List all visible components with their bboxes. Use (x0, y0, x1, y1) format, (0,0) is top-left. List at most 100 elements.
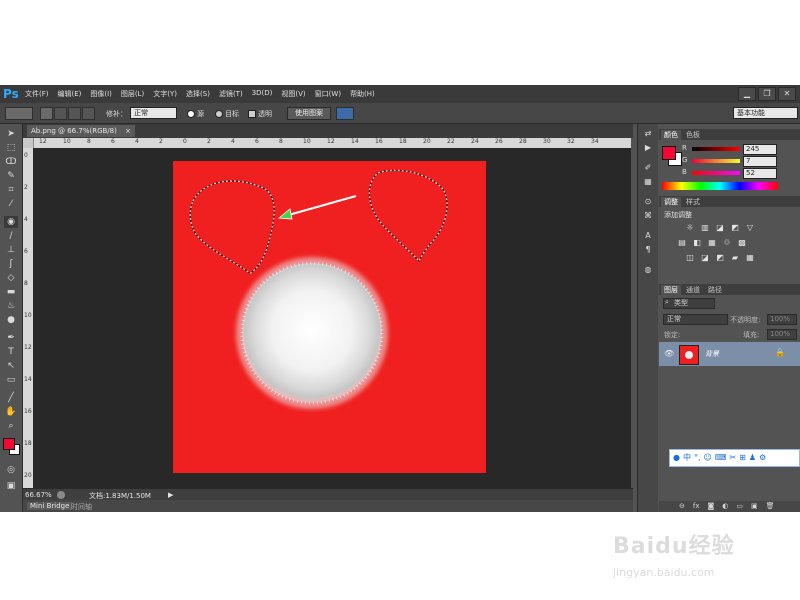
dock-brush-presets-icon[interactable]: ▦ (642, 176, 654, 188)
black-white-icon[interactable]: ▦ (707, 238, 717, 247)
tab-mini-bridge[interactable]: Mini Bridge (27, 502, 73, 510)
ime-punctuation-icon[interactable]: °, (694, 451, 701, 465)
path-select-tool-icon[interactable]: ↖ (4, 360, 18, 372)
new-group-icon[interactable]: ▭ (736, 501, 743, 512)
exposure-icon[interactable]: ◩ (730, 223, 740, 232)
menu-edit[interactable]: 编辑(E) (58, 89, 82, 99)
posterize-icon[interactable]: ◪ (700, 253, 710, 262)
ime-settings-icon[interactable]: ⚙ (759, 451, 766, 465)
channel-b-slider[interactable] (692, 171, 740, 175)
patch-tool-icon[interactable]: ◉ (4, 216, 18, 228)
tool-preset-picker[interactable] (5, 107, 33, 120)
zoom-tool-icon[interactable]: ⌕ (4, 420, 18, 432)
crop-tool-icon[interactable]: ⌗ (4, 184, 18, 196)
tab-channels[interactable]: 通道 (683, 285, 703, 295)
share-icon[interactable] (57, 491, 65, 499)
dock-3d-icon[interactable]: ◍ (642, 264, 654, 276)
target-radio[interactable] (215, 110, 223, 118)
fill-input[interactable]: 100% (767, 329, 797, 340)
menu-help[interactable]: 帮助(H) (350, 89, 375, 99)
ime-grid-icon[interactable]: ⊞ (739, 451, 746, 465)
minimize-button[interactable]: ▁ (738, 87, 756, 101)
lasso-tool-icon[interactable]: ↀ (4, 156, 18, 168)
channel-g-slider[interactable] (692, 159, 740, 163)
ime-tools-icon[interactable]: ✂ (729, 451, 736, 465)
ime-skin-icon[interactable]: ♟ (749, 451, 756, 465)
source-radio[interactable] (187, 110, 195, 118)
line-tool-icon[interactable]: ╱ (4, 392, 18, 404)
opacity-input[interactable]: 100% (767, 314, 797, 325)
selective-color-icon[interactable]: ▦ (745, 253, 755, 262)
add-selection-icon[interactable] (54, 107, 67, 120)
foreground-color-swatch-top[interactable] (3, 438, 15, 450)
adjustment-layer-icon[interactable]: ◐ (722, 501, 728, 512)
layer-name[interactable]: 背景 (705, 349, 719, 359)
threshold-icon[interactable]: ◩ (715, 253, 725, 262)
brightness-icon[interactable]: ☼ (685, 223, 695, 232)
menu-file[interactable]: 文件(F) (25, 89, 49, 99)
levels-icon[interactable]: ▥ (700, 223, 710, 232)
new-selection-icon[interactable] (40, 107, 53, 120)
menu-3d[interactable]: 3D(D) (252, 89, 273, 99)
use-pattern-button[interactable]: 使用图案 (287, 107, 331, 120)
transparent-checkbox[interactable] (248, 110, 256, 118)
layer-row-background[interactable]: 👁 背景 🔒 (659, 342, 800, 366)
tab-timeline[interactable]: 时间轴 (71, 502, 92, 512)
zoom-level[interactable]: 66.67% (25, 491, 52, 499)
screen-mode-icon[interactable]: ▣ (4, 480, 18, 492)
dock-character-icon[interactable]: A (642, 230, 654, 242)
vibrance-icon[interactable]: ▽ (745, 223, 755, 232)
channel-r-value[interactable]: 245 (743, 144, 777, 155)
menu-filter[interactable]: 滤镜(T) (219, 89, 243, 99)
workspace-select[interactable]: 基本功能 (733, 107, 798, 119)
tab-paths[interactable]: 路径 (705, 285, 725, 295)
tab-adjustments[interactable]: 调整 (661, 197, 681, 207)
status-menu-arrow-icon[interactable]: ▶ (168, 491, 173, 499)
eyedropper-tool-icon[interactable]: ⁄ (4, 198, 18, 210)
curves-icon[interactable]: ◪ (715, 223, 725, 232)
tab-swatches[interactable]: 色板 (683, 130, 703, 140)
menu-layer[interactable]: 图层(L) (121, 89, 144, 99)
quick-select-tool-icon[interactable]: ✎ (4, 170, 18, 182)
stamp-tool-icon[interactable]: ⊥ (4, 244, 18, 256)
pen-tool-icon[interactable]: ✒ (4, 332, 18, 344)
link-layers-icon[interactable]: ⊖ (679, 501, 685, 512)
color-spectrum-bar[interactable] (662, 182, 778, 190)
type-tool-icon[interactable]: T (4, 346, 18, 358)
new-layer-icon[interactable]: ▣ (751, 501, 758, 512)
dock-tool-presets-icon[interactable]: ⌘ (642, 210, 654, 222)
layer-mask-icon[interactable]: ◙ (707, 501, 714, 512)
intersect-selection-icon[interactable] (82, 107, 95, 120)
delete-layer-icon[interactable]: 🗑 (766, 501, 775, 512)
quick-mask-icon[interactable]: ◎ (4, 464, 18, 476)
eraser-tool-icon[interactable]: ◇ (4, 272, 18, 284)
layer-filter-select[interactable]: 类型 (663, 298, 715, 309)
dock-paragraph-icon[interactable]: ¶ (642, 244, 654, 256)
document-tab-close[interactable]: × (125, 127, 131, 135)
tab-layers[interactable]: 图层 (661, 285, 681, 295)
channel-r-slider[interactable] (692, 147, 740, 151)
ime-chinese-mode[interactable]: 中 (683, 451, 691, 465)
menu-type[interactable]: 文字(Y) (153, 89, 177, 99)
menu-image[interactable]: 图像(I) (90, 89, 112, 99)
menu-select[interactable]: 选择(S) (186, 89, 210, 99)
color-lookup-icon[interactable]: ▩ (737, 238, 747, 247)
dodge-tool-icon[interactable]: ● (4, 314, 18, 326)
ime-emoji-icon[interactable]: ☺ (704, 451, 712, 465)
tab-color[interactable]: 颜色 (661, 130, 681, 140)
channel-mixer-icon[interactable]: ♲ (722, 238, 732, 247)
layer-visibility-eye-icon[interactable]: 👁 (664, 349, 674, 358)
ruler-origin[interactable] (23, 138, 33, 148)
color-balance-icon[interactable]: ◧ (692, 238, 702, 247)
blend-mode-select[interactable]: 正常 (663, 314, 728, 325)
dock-clone-source-icon[interactable]: ⊙ (642, 196, 654, 208)
dock-brush-icon[interactable]: ✐ (642, 162, 654, 174)
restore-button[interactable]: ❐ (758, 87, 776, 101)
hue-saturation-icon[interactable]: ▤ (677, 238, 687, 247)
ime-keyboard-icon[interactable]: ⌨ (715, 451, 727, 465)
document-tab[interactable]: Ab.png @ 66.7%(RGB/8) × (27, 125, 135, 137)
color-foreground-swatch[interactable] (662, 146, 676, 160)
blur-tool-icon[interactable]: ♨ (4, 300, 18, 312)
tab-styles[interactable]: 样式 (683, 197, 703, 207)
pattern-picker[interactable] (336, 107, 354, 120)
